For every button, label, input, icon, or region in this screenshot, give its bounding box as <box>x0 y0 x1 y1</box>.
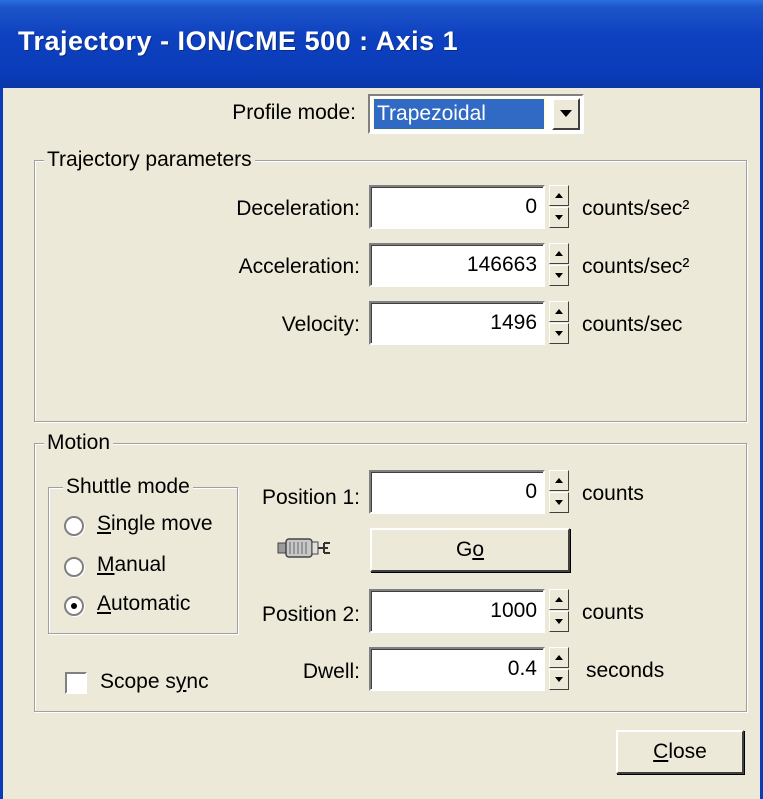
acceleration-field[interactable]: 146663 <box>369 243 545 287</box>
velocity-label: Velocity: <box>281 313 360 336</box>
motion-title: Motion <box>44 431 114 455</box>
spin-up-icon[interactable] <box>549 589 569 610</box>
velocity-spinner[interactable] <box>549 301 569 345</box>
single-move-mnemonic: S <box>97 512 112 535</box>
spin-down-icon[interactable] <box>549 611 569 632</box>
spin-up-icon[interactable] <box>549 301 569 322</box>
spin-down-icon[interactable] <box>549 323 569 344</box>
velocity-value: 1496 <box>490 311 537 334</box>
dwell-label: Dwell: <box>302 660 360 683</box>
scope-sync-checkbox[interactable] <box>65 672 87 694</box>
scope-sync-text-a: Scope s <box>100 670 176 693</box>
close-text: lose <box>668 740 707 763</box>
velocity-field[interactable]: 1496 <box>369 301 545 345</box>
shuttle-mode-title: Shuttle mode <box>63 475 193 499</box>
deceleration-label: Deceleration: <box>236 197 360 220</box>
go-button[interactable]: Go <box>370 528 570 572</box>
profile-mode-select[interactable]: Trapezoidal <box>368 94 584 134</box>
position2-unit: counts <box>582 601 644 624</box>
single-move-label[interactable]: Single move <box>97 512 213 536</box>
manual-radio[interactable] <box>64 557 84 577</box>
window-title: Trajectory - ION/CME 500 : Axis 1 <box>18 26 459 56</box>
position1-value: 0 <box>525 480 537 503</box>
close-button[interactable]: Close <box>616 730 744 774</box>
spin-down-icon[interactable] <box>549 492 569 513</box>
manual-label[interactable]: Manual <box>97 553 166 577</box>
automatic-label[interactable]: Automatic <box>97 592 190 616</box>
acceleration-unit: counts/sec² <box>582 255 690 278</box>
spin-up-icon[interactable] <box>549 647 569 668</box>
spin-down-icon[interactable] <box>549 669 569 690</box>
position1-spinner[interactable] <box>549 470 569 514</box>
window-border-left <box>0 88 3 799</box>
automatic-radio[interactable] <box>64 596 84 616</box>
trajectory-parameters-title: Trajectory parameters <box>44 148 255 172</box>
manual-text: anual <box>114 553 166 576</box>
acceleration-value: 146663 <box>466 253 537 276</box>
acceleration-spinner[interactable] <box>549 243 569 287</box>
position1-field[interactable]: 0 <box>369 470 545 514</box>
deceleration-value: 0 <box>525 195 537 218</box>
close-mnemonic: C <box>653 740 669 763</box>
position1-label: Position 1: <box>261 486 360 509</box>
scope-sync-text-b: nc <box>186 670 209 693</box>
dwell-value: 0.4 <box>507 657 537 680</box>
profile-mode-label: Profile mode: <box>232 101 356 124</box>
go-mnemonic: o <box>472 538 485 561</box>
connector-icon <box>276 533 338 563</box>
profile-mode-value: Trapezoidal <box>373 98 545 130</box>
deceleration-unit: counts/sec² <box>582 197 690 220</box>
scope-sync-mnemonic: y <box>175 670 187 693</box>
acceleration-label: Acceleration: <box>238 255 360 278</box>
dwell-field[interactable]: 0.4 <box>369 647 545 691</box>
single-move-text: ingle move <box>111 512 213 535</box>
automatic-text: utomatic <box>111 592 191 615</box>
spin-up-icon[interactable] <box>549 243 569 264</box>
deceleration-spinner[interactable] <box>549 185 569 229</box>
title-bar[interactable]: Trajectory - ION/CME 500 : Axis 1 <box>0 0 763 88</box>
position2-field[interactable]: 1000 <box>369 589 545 633</box>
single-move-radio[interactable] <box>64 516 84 536</box>
position1-unit: counts <box>582 482 644 505</box>
spin-up-icon[interactable] <box>549 470 569 491</box>
automatic-mnemonic: A <box>97 592 112 615</box>
spin-down-icon[interactable] <box>549 265 569 286</box>
spin-up-icon[interactable] <box>549 185 569 206</box>
deceleration-field[interactable]: 0 <box>369 185 545 229</box>
position2-value: 1000 <box>490 599 537 622</box>
spin-down-icon[interactable] <box>549 207 569 228</box>
go-text: G <box>455 538 473 561</box>
chevron-down-icon[interactable] <box>552 98 580 130</box>
velocity-unit: counts/sec <box>582 313 683 336</box>
manual-mnemonic: M <box>97 553 115 576</box>
dwell-spinner[interactable] <box>549 647 569 691</box>
scope-sync-label[interactable]: Scope sync <box>100 670 209 694</box>
dwell-unit: seconds <box>586 659 665 682</box>
position2-spinner[interactable] <box>549 589 569 633</box>
position2-label: Position 2: <box>261 603 360 626</box>
